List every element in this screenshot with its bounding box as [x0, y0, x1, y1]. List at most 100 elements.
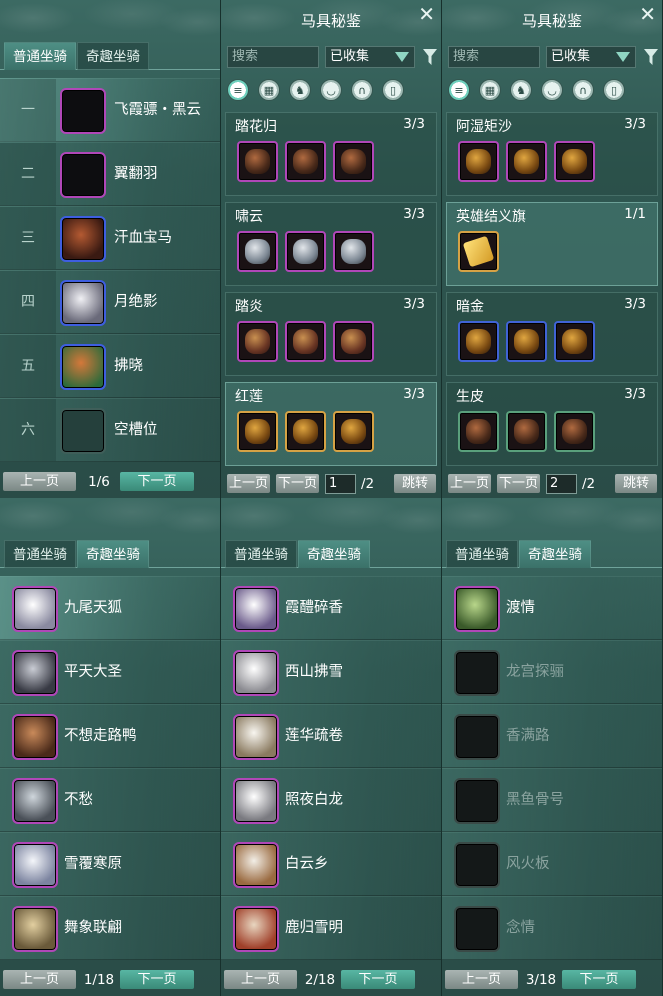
next-page-button[interactable]: 下一页 — [276, 474, 319, 493]
filter-select[interactable]: 已收集 — [325, 46, 415, 68]
next-page-button[interactable]: 下一页 — [562, 970, 636, 989]
mount-row[interactable]: 三 汗血宝马 — [0, 206, 220, 270]
tack-set-card[interactable]: 英雄结义旗 1/1 — [446, 202, 658, 286]
tack-set-card[interactable]: 踏炎 3/3 — [225, 292, 437, 376]
tack-set-card[interactable]: 阿湿矩沙 3/3 — [446, 112, 658, 196]
saddle-item-icon[interactable] — [285, 321, 326, 362]
mount-row[interactable]: 五 拂晓 — [0, 334, 220, 398]
mount-row[interactable]: 香满路 — [442, 704, 662, 768]
close-icon[interactable]: ✕ — [639, 4, 656, 24]
tab-normal-mount[interactable]: 普通坐骑 — [4, 42, 76, 70]
saddle-item-icon[interactable] — [506, 411, 547, 452]
tab-fun-mount[interactable]: 奇趣坐骑 — [519, 540, 591, 568]
bridle-item-icon[interactable] — [237, 411, 278, 452]
search-input[interactable]: 搜索 — [448, 46, 540, 68]
bridle-item-icon[interactable] — [458, 411, 499, 452]
filter-icon[interactable] — [644, 49, 658, 65]
tab-normal-mount[interactable]: 普通坐骑 — [225, 540, 297, 568]
page-number-input[interactable]: 2 — [546, 474, 577, 494]
bridle-item-icon[interactable] — [458, 321, 499, 362]
tab-fun-mount[interactable]: 奇趣坐骑 — [77, 42, 149, 70]
tab-fun-mount[interactable]: 奇趣坐骑 — [298, 540, 370, 568]
mount-row[interactable]: 霞醴碎香 — [221, 576, 441, 640]
close-icon[interactable]: ✕ — [418, 4, 435, 24]
prev-page-button[interactable]: 上一页 — [224, 970, 297, 989]
barding-item-icon[interactable] — [554, 321, 595, 362]
bridle-item-icon[interactable] — [237, 231, 278, 272]
mount-row[interactable]: 九尾天狐 — [0, 576, 220, 640]
next-page-button[interactable]: 下一页 — [120, 970, 194, 989]
prev-page-button[interactable]: 上一页 — [227, 474, 270, 493]
prev-page-button[interactable]: 上一页 — [3, 472, 76, 491]
banner-item-icon[interactable] — [458, 231, 499, 272]
tab-fun-mount[interactable]: 奇趣坐骑 — [77, 540, 149, 568]
mount-row[interactable]: 不愁 — [0, 768, 220, 832]
saddle-icon[interactable]: ◡ — [320, 79, 342, 101]
jump-button[interactable]: 跳转 — [615, 474, 657, 493]
saddle-icon[interactable]: ◡ — [541, 79, 563, 101]
bridle-item-icon[interactable] — [458, 141, 499, 182]
mount-row[interactable]: 白云乡 — [221, 832, 441, 896]
tack-set-card[interactable]: 红莲 3/3 — [225, 382, 437, 466]
mount-row[interactable]: 一 飞霞骠・黑云 — [0, 78, 220, 142]
barding-item-icon[interactable] — [333, 231, 374, 272]
horseshoe-icon[interactable]: ∩ — [572, 79, 594, 101]
mount-row[interactable]: 舞象联翩 — [0, 896, 220, 960]
saddle-item-icon[interactable] — [285, 411, 326, 452]
mount-row[interactable]: 西山拂雪 — [221, 640, 441, 704]
page-number-input[interactable]: 1 — [325, 474, 356, 494]
barding-item-icon[interactable] — [333, 411, 374, 452]
prev-page-button[interactable]: 上一页 — [448, 474, 491, 493]
list-icon[interactable]: ≡ — [227, 79, 249, 101]
next-page-button[interactable]: 下一页 — [497, 474, 540, 493]
mount-row[interactable]: 四 月绝影 — [0, 270, 220, 334]
filter-icon[interactable] — [423, 49, 437, 65]
mount-row[interactable]: 念情 — [442, 896, 662, 960]
jump-button[interactable]: 跳转 — [394, 474, 436, 493]
horseshoe-icon[interactable]: ∩ — [351, 79, 373, 101]
horse-head-icon[interactable]: ♞ — [289, 79, 311, 101]
barding-item-icon[interactable] — [333, 141, 374, 182]
next-page-button[interactable]: 下一页 — [341, 970, 415, 989]
mount-row[interactable]: 雪覆寒原 — [0, 832, 220, 896]
prev-page-button[interactable]: 上一页 — [445, 970, 518, 989]
barding-item-icon[interactable] — [554, 411, 595, 452]
grid-icon[interactable]: ▦ — [479, 79, 501, 101]
mount-row[interactable]: 六 空槽位 — [0, 398, 220, 462]
tack-set-card[interactable]: 生皮 3/3 — [446, 382, 658, 466]
grid-icon[interactable]: ▦ — [258, 79, 280, 101]
mount-row[interactable]: 黑鱼骨号 — [442, 768, 662, 832]
tack-codex-panel: 马具秘鉴 ✕ 搜索 已收集 ≡ ▦ ♞ ◡ ∩ ▯ 踏花归 3/3 啸云 3/3 踏… — [221, 0, 442, 498]
mount-row[interactable]: 莲华疏卷 — [221, 704, 441, 768]
search-input[interactable]: 搜索 — [227, 46, 319, 68]
tack-set-card[interactable]: 踏花归 3/3 — [225, 112, 437, 196]
mount-row[interactable]: 不想走路鸭 — [0, 704, 220, 768]
tack-set-card[interactable]: 暗金 3/3 — [446, 292, 658, 376]
barding-item-icon[interactable] — [333, 321, 374, 362]
mount-row[interactable]: 二 翼翻羽 — [0, 142, 220, 206]
prev-page-button[interactable]: 上一页 — [3, 970, 76, 989]
mount-row[interactable]: 鹿归雪明 — [221, 896, 441, 960]
mount-row[interactable]: 龙宫探骊 — [442, 640, 662, 704]
mount-row[interactable]: 平天大圣 — [0, 640, 220, 704]
horse-head-icon[interactable]: ♞ — [510, 79, 532, 101]
list-icon[interactable]: ≡ — [448, 79, 470, 101]
bridle-item-icon[interactable] — [237, 321, 278, 362]
saddle-item-icon[interactable] — [506, 321, 547, 362]
stirrup-icon[interactable]: ▯ — [603, 79, 625, 101]
mount-row[interactable]: 照夜白龙 — [221, 768, 441, 832]
tab-normal-mount[interactable]: 普通坐骑 — [4, 540, 76, 568]
bridle-item-icon[interactable] — [237, 141, 278, 182]
saddle-item-icon[interactable] — [506, 141, 547, 182]
filter-select[interactable]: 已收集 — [546, 46, 636, 68]
saddle-item-icon[interactable] — [285, 231, 326, 272]
mount-row[interactable]: 渡情 — [442, 576, 662, 640]
mount-row[interactable]: 风火板 — [442, 832, 662, 896]
next-page-button[interactable]: 下一页 — [120, 472, 194, 491]
page-indicator: 3/18 — [525, 971, 557, 988]
saddle-item-icon[interactable] — [285, 141, 326, 182]
barding-item-icon[interactable] — [554, 141, 595, 182]
tab-normal-mount[interactable]: 普通坐骑 — [446, 540, 518, 568]
tack-set-card[interactable]: 啸云 3/3 — [225, 202, 437, 286]
stirrup-icon[interactable]: ▯ — [382, 79, 404, 101]
